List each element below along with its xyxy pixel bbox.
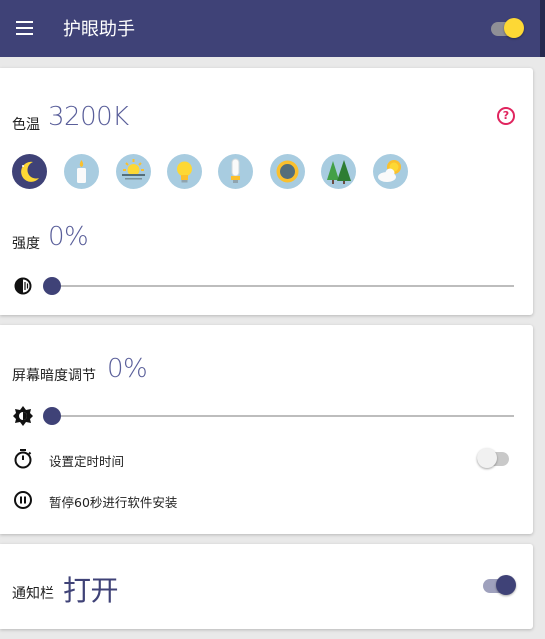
timer-label: 设置定时时间 [49, 454, 125, 469]
intensity-slider-knob[interactable] [43, 277, 61, 295]
contrast-icon [14, 277, 32, 295]
help-icon[interactable]: ? [497, 107, 515, 125]
color-temp-label: 色温 [12, 117, 40, 133]
master-switch[interactable] [491, 18, 525, 38]
sun-icon[interactable] [270, 154, 305, 189]
app-bar-edge [540, 0, 545, 57]
forest-icon[interactable] [321, 154, 356, 189]
timer-icon [14, 449, 32, 469]
dim-slider-knob[interactable] [43, 407, 61, 425]
dim-label: 屏幕暗度调节 [12, 368, 96, 384]
dim-value: 0% [107, 354, 148, 384]
candle-icon[interactable] [64, 154, 99, 189]
sunrise-icon[interactable] [116, 154, 151, 189]
intensity-label: 强度 [12, 236, 40, 252]
notify-label: 通知栏 [12, 586, 54, 602]
app-title: 护眼助手 [63, 19, 135, 40]
intensity-slider[interactable] [43, 276, 514, 296]
notify-switch[interactable] [483, 575, 517, 595]
moon-icon[interactable] [12, 154, 47, 189]
pause-install-label[interactable]: 暂停60秒进行软件安装 [49, 492, 177, 511]
timer-switch[interactable] [477, 448, 511, 468]
bulb-icon[interactable] [167, 154, 202, 189]
dim-slider[interactable] [43, 406, 514, 426]
cloud-sun-icon[interactable] [373, 154, 408, 189]
menu-icon[interactable] [14, 18, 36, 38]
brightness-icon [13, 406, 33, 426]
app-bar: 护眼助手 [0, 0, 545, 57]
fluorescent-icon[interactable] [218, 154, 253, 189]
right-edge [533, 57, 545, 639]
intensity-value: 0% [48, 222, 89, 252]
notify-value: 打开 [63, 574, 119, 607]
pause-icon [14, 491, 32, 509]
color-temp-value: 3200K [48, 102, 129, 132]
